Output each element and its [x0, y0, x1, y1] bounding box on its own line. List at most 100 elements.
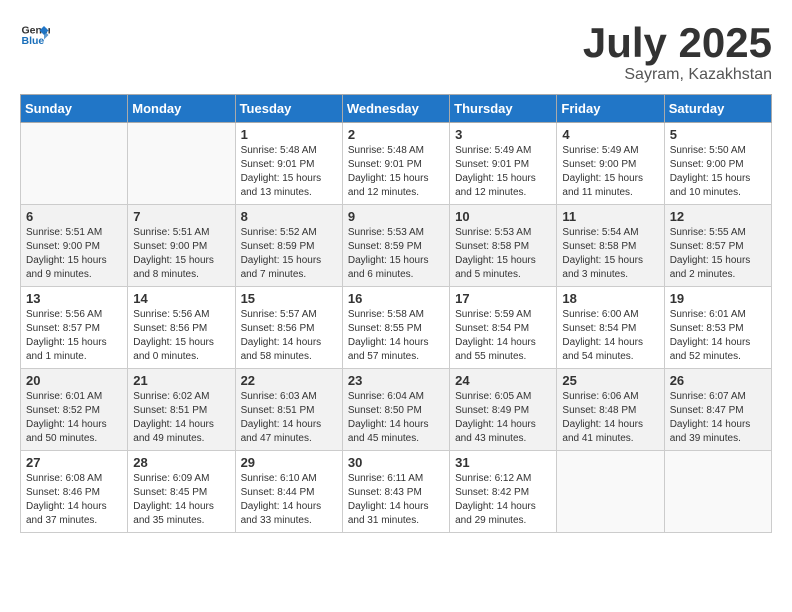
calendar-day-cell: 7 Sunrise: 5:51 AM Sunset: 9:00 PM Daylig…: [128, 205, 235, 287]
day-info: Sunrise: 5:51 AM Sunset: 9:00 PM Dayligh…: [26, 226, 122, 282]
calendar-day-cell: 3 Sunrise: 5:49 AM Sunset: 9:01 PM Daylig…: [450, 123, 557, 205]
calendar-day-cell: 5 Sunrise: 5:50 AM Sunset: 9:00 PM Daylig…: [664, 123, 771, 205]
day-number: 9: [348, 209, 444, 224]
weekday-header-wednesday: Wednesday: [342, 95, 449, 123]
logo-icon: General Blue: [20, 20, 50, 50]
day-number: 26: [670, 373, 766, 388]
day-number: 12: [670, 209, 766, 224]
calendar-day-cell: [557, 451, 664, 533]
calendar-day-cell: 27Sunrise: 6:08 AM Sunset: 8:46 PM Dayli…: [21, 451, 128, 533]
calendar-week-row: 6 Sunrise: 5:51 AM Sunset: 9:00 PM Daylig…: [21, 205, 772, 287]
day-number: 7: [133, 209, 229, 224]
day-number: 6: [26, 209, 122, 224]
calendar-day-cell: 25Sunrise: 6:06 AM Sunset: 8:48 PM Dayli…: [557, 369, 664, 451]
calendar-day-cell: 26 Sunrise: 6:07 AM Sunset: 8:47 PM Dayli…: [664, 369, 771, 451]
day-number: 30: [348, 455, 444, 470]
day-number: 21: [133, 373, 229, 388]
day-info: Sunrise: 6:01 AM Sunset: 8:53 PM Dayligh…: [670, 308, 766, 364]
day-info: Sunrise: 5:51 AM Sunset: 9:00 PM Dayligh…: [133, 226, 229, 282]
weekday-header-friday: Friday: [557, 95, 664, 123]
calendar-day-cell: 28Sunrise: 6:09 AM Sunset: 8:45 PM Dayli…: [128, 451, 235, 533]
day-info: Sunrise: 5:58 AM Sunset: 8:55 PM Dayligh…: [348, 308, 444, 364]
day-number: 27: [26, 455, 122, 470]
calendar-day-cell: 15 Sunrise: 5:57 AM Sunset: 8:56 PM Dayli…: [235, 287, 342, 369]
calendar-table: SundayMondayTuesdayWednesdayThursdayFrid…: [20, 94, 772, 533]
day-number: 14: [133, 291, 229, 306]
day-number: 4: [562, 127, 658, 142]
day-info: Sunrise: 5:57 AM Sunset: 8:56 PM Dayligh…: [241, 308, 337, 364]
day-number: 5: [670, 127, 766, 142]
calendar-day-cell: 30 Sunrise: 6:11 AM Sunset: 8:43 PM Dayli…: [342, 451, 449, 533]
day-info: Sunrise: 6:11 AM Sunset: 8:43 PM Dayligh…: [348, 472, 444, 528]
day-info: Sunrise: 5:52 AM Sunset: 8:59 PM Dayligh…: [241, 226, 337, 282]
day-number: 3: [455, 127, 551, 142]
day-info: Sunrise: 5:49 AM Sunset: 9:01 PM Dayligh…: [455, 144, 551, 200]
calendar-day-cell: 12 Sunrise: 5:55 AM Sunset: 8:57 PM Dayli…: [664, 205, 771, 287]
logo: General Blue: [20, 20, 50, 50]
calendar-day-cell: 17 Sunrise: 5:59 AM Sunset: 8:54 PM Dayli…: [450, 287, 557, 369]
calendar-header-row: SundayMondayTuesdayWednesdayThursdayFrid…: [21, 95, 772, 123]
calendar-week-row: 1 Sunrise: 5:48 AM Sunset: 9:01 PM Daylig…: [21, 123, 772, 205]
day-info: Sunrise: 6:05 AM Sunset: 8:49 PM Dayligh…: [455, 390, 551, 446]
calendar-day-cell: 18Sunrise: 6:00 AM Sunset: 8:54 PM Dayli…: [557, 287, 664, 369]
day-info: Sunrise: 5:53 AM Sunset: 8:59 PM Dayligh…: [348, 226, 444, 282]
day-number: 19: [670, 291, 766, 306]
calendar-week-row: 20 Sunrise: 6:01 AM Sunset: 8:52 PM Dayli…: [21, 369, 772, 451]
weekday-header-thursday: Thursday: [450, 95, 557, 123]
calendar-day-cell: 4 Sunrise: 5:49 AM Sunset: 9:00 PM Daylig…: [557, 123, 664, 205]
calendar-day-cell: 23 Sunrise: 6:04 AM Sunset: 8:50 PM Dayli…: [342, 369, 449, 451]
day-number: 11: [562, 209, 658, 224]
calendar-day-cell: 2 Sunrise: 5:48 AM Sunset: 9:01 PM Daylig…: [342, 123, 449, 205]
day-info: Sunrise: 5:56 AM Sunset: 8:57 PM Dayligh…: [26, 308, 122, 364]
page-header: General Blue July 2025 Sayram, Kazakhsta…: [20, 20, 772, 84]
day-number: 17: [455, 291, 551, 306]
calendar-day-cell: 1Sunrise: 5:48 AM Sunset: 9:01 PM Daylig…: [235, 123, 342, 205]
calendar-day-cell: 11 Sunrise: 5:54 AM Sunset: 8:58 PM Dayli…: [557, 205, 664, 287]
day-number: 18: [562, 291, 658, 306]
day-info: Sunrise: 6:07 AM Sunset: 8:47 PM Dayligh…: [670, 390, 766, 446]
calendar-day-cell: 31 Sunrise: 6:12 AM Sunset: 8:42 PM Dayli…: [450, 451, 557, 533]
day-number: 22: [241, 373, 337, 388]
day-number: 16: [348, 291, 444, 306]
day-info: Sunrise: 5:56 AM Sunset: 8:56 PM Dayligh…: [133, 308, 229, 364]
day-info: Sunrise: 6:04 AM Sunset: 8:50 PM Dayligh…: [348, 390, 444, 446]
day-info: Sunrise: 6:12 AM Sunset: 8:42 PM Dayligh…: [455, 472, 551, 528]
day-info: Sunrise: 5:59 AM Sunset: 8:54 PM Dayligh…: [455, 308, 551, 364]
main-title: July 2025: [583, 20, 772, 66]
day-number: 2: [348, 127, 444, 142]
weekday-header-monday: Monday: [128, 95, 235, 123]
day-number: 20: [26, 373, 122, 388]
day-info: Sunrise: 5:48 AM Sunset: 9:01 PM Dayligh…: [348, 144, 444, 200]
day-info: Sunrise: 5:53 AM Sunset: 8:58 PM Dayligh…: [455, 226, 551, 282]
day-number: 31: [455, 455, 551, 470]
calendar-day-cell: 22Sunrise: 6:03 AM Sunset: 8:51 PM Dayli…: [235, 369, 342, 451]
title-area: July 2025 Sayram, Kazakhstan: [583, 20, 772, 84]
calendar-day-cell: 20 Sunrise: 6:01 AM Sunset: 8:52 PM Dayli…: [21, 369, 128, 451]
day-number: 15: [241, 291, 337, 306]
day-number: 24: [455, 373, 551, 388]
weekday-header-saturday: Saturday: [664, 95, 771, 123]
day-number: 1: [241, 127, 337, 142]
day-number: 23: [348, 373, 444, 388]
day-info: Sunrise: 5:49 AM Sunset: 9:00 PM Dayligh…: [562, 144, 658, 200]
day-number: 10: [455, 209, 551, 224]
day-info: Sunrise: 5:55 AM Sunset: 8:57 PM Dayligh…: [670, 226, 766, 282]
calendar-day-cell: [21, 123, 128, 205]
day-info: Sunrise: 5:54 AM Sunset: 8:58 PM Dayligh…: [562, 226, 658, 282]
day-info: Sunrise: 6:01 AM Sunset: 8:52 PM Dayligh…: [26, 390, 122, 446]
calendar-day-cell: [664, 451, 771, 533]
calendar-day-cell: 16 Sunrise: 5:58 AM Sunset: 8:55 PM Dayli…: [342, 287, 449, 369]
day-info: Sunrise: 6:02 AM Sunset: 8:51 PM Dayligh…: [133, 390, 229, 446]
day-info: Sunrise: 6:06 AM Sunset: 8:48 PM Dayligh…: [562, 390, 658, 446]
calendar-day-cell: 19 Sunrise: 6:01 AM Sunset: 8:53 PM Dayli…: [664, 287, 771, 369]
calendar-day-cell: 21 Sunrise: 6:02 AM Sunset: 8:51 PM Dayli…: [128, 369, 235, 451]
calendar-week-row: 13Sunrise: 5:56 AM Sunset: 8:57 PM Dayli…: [21, 287, 772, 369]
day-number: 29: [241, 455, 337, 470]
day-number: 28: [133, 455, 229, 470]
calendar-day-cell: 14 Sunrise: 5:56 AM Sunset: 8:56 PM Dayli…: [128, 287, 235, 369]
calendar-day-cell: 24 Sunrise: 6:05 AM Sunset: 8:49 PM Dayli…: [450, 369, 557, 451]
day-info: Sunrise: 5:50 AM Sunset: 9:00 PM Dayligh…: [670, 144, 766, 200]
weekday-header-sunday: Sunday: [21, 95, 128, 123]
calendar-day-cell: 29Sunrise: 6:10 AM Sunset: 8:44 PM Dayli…: [235, 451, 342, 533]
calendar-day-cell: [128, 123, 235, 205]
